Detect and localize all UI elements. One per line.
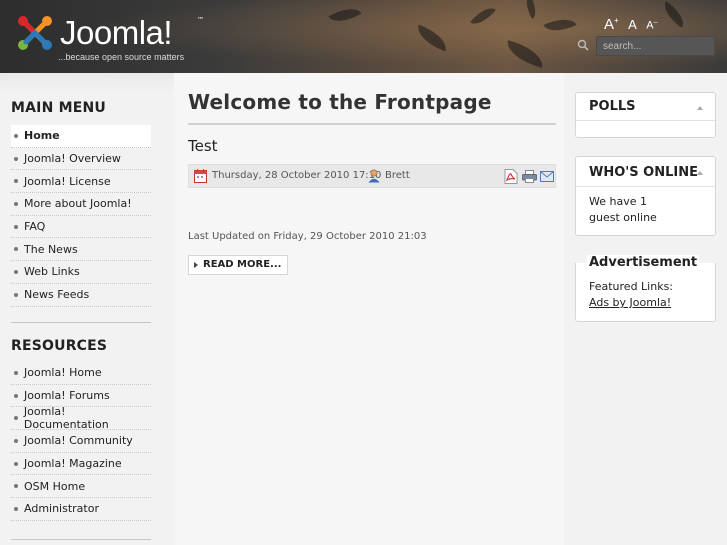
menu-link[interactable]: Joomla! License <box>24 175 111 188</box>
logo-text: Joomla! <box>60 14 173 51</box>
bullet-icon <box>14 156 18 161</box>
resources-title: RESOURCES <box>11 338 108 354</box>
menu-link[interactable]: FAQ <box>24 220 45 233</box>
resource-item-joomla-documentation[interactable]: Joomla! Documentation <box>11 405 151 431</box>
font-reset-button[interactable]: A <box>628 17 637 32</box>
advertisement-text: Featured Links: Ads by Joomla! <box>589 279 709 311</box>
menu-item-more-about-joomla[interactable]: More about Joomla! <box>11 193 151 216</box>
calendar-icon <box>194 169 207 183</box>
ads-by-joomla-link[interactable]: Ads by Joomla! <box>589 296 671 309</box>
bullet-icon <box>14 201 18 206</box>
menu-item-home[interactable]: Home <box>11 125 151 148</box>
bullet-icon <box>14 438 18 443</box>
title-divider <box>188 123 556 125</box>
site-slogan: ...because open source matters <box>58 52 185 62</box>
menu-link[interactable]: News Feeds <box>24 288 89 301</box>
whos-online-text: We have 1 guest online <box>589 194 709 226</box>
resource-item-joomla-home[interactable]: Joomla! Home <box>11 362 151 385</box>
polls-title: POLLS <box>589 99 636 114</box>
resource-link[interactable]: Joomla! Documentation <box>24 405 151 431</box>
bullet-icon <box>14 224 18 229</box>
bullet-icon <box>14 247 18 252</box>
main-menu: Home Joomla! Overview Joomla! License Mo… <box>11 125 151 307</box>
menu-item-news-feeds[interactable]: News Feeds <box>11 284 151 307</box>
menu-item-the-news[interactable]: The News <box>11 238 151 262</box>
menu-link[interactable]: More about Joomla! <box>24 197 132 210</box>
sidebar-divider <box>11 322 151 323</box>
resource-item-joomla-magazine[interactable]: Joomla! Magazine <box>11 453 151 476</box>
search-icon <box>577 39 589 51</box>
email-icon[interactable] <box>540 171 554 182</box>
menu-item-web-links[interactable]: Web Links <box>11 261 151 284</box>
resource-link[interactable]: Joomla! Home <box>24 366 102 379</box>
advertisement-title: Advertisement <box>587 255 700 270</box>
read-more-button[interactable]: READ MORE... <box>188 255 289 275</box>
bullet-icon <box>14 179 18 184</box>
resource-link[interactable]: Joomla! Magazine <box>24 457 122 470</box>
collapse-icon[interactable] <box>697 171 703 175</box>
resource-link[interactable]: OSM Home <box>24 480 85 493</box>
joomla-logo-icon <box>18 16 52 50</box>
bullet-icon <box>14 133 18 138</box>
collapse-icon[interactable] <box>697 106 703 110</box>
whos-online-title: WHO'S ONLINE <box>589 165 698 180</box>
polls-module: POLLS <box>575 92 716 138</box>
page-title: Welcome to the Frontpage <box>188 90 492 114</box>
bullet-icon <box>14 292 18 297</box>
sidebar-divider <box>11 539 151 540</box>
resource-item-administrator[interactable]: Administrator <box>11 498 151 521</box>
menu-item-joomla-license[interactable]: Joomla! License <box>11 170 151 194</box>
resource-item-osm-home[interactable]: OSM Home <box>11 475 151 499</box>
online-line-2: guest online <box>589 211 657 224</box>
user-icon <box>368 169 380 183</box>
logo-trademark: ™ <box>197 16 204 24</box>
article-last-updated: Last Updated on Friday, 29 October 2010 … <box>188 231 427 242</box>
menu-link[interactable]: Home <box>24 129 60 142</box>
online-line-1: We have 1 <box>589 195 647 208</box>
resource-item-joomla-forums[interactable]: Joomla! Forums <box>11 385 151 408</box>
menu-link[interactable]: Joomla! Overview <box>24 152 121 165</box>
pdf-icon[interactable] <box>504 169 518 184</box>
arrow-right-icon <box>194 262 198 268</box>
bullet-icon <box>14 506 18 511</box>
bullet-icon <box>14 461 18 466</box>
search-input[interactable] <box>596 36 715 56</box>
site-header: Joomla! ™ ...because open source matters… <box>0 0 727 73</box>
resource-link[interactable]: Administrator <box>24 502 99 515</box>
menu-link[interactable]: Web Links <box>24 265 80 278</box>
bullet-icon <box>14 416 18 421</box>
site-logo[interactable]: Joomla! ™ ...because open source matters <box>14 12 214 64</box>
right-sidebar: POLLS WHO'S ONLINE We have 1 guest onlin… <box>564 73 727 545</box>
whos-online-module: WHO'S ONLINE We have 1 guest online <box>575 156 716 236</box>
font-bigger-button[interactable]: A+ <box>604 16 619 33</box>
main-menu-title: MAIN MENU <box>11 100 106 116</box>
font-bigger-mark: + <box>614 16 619 25</box>
font-size-controls: A+ A A– <box>604 16 663 34</box>
resource-item-joomla-community[interactable]: Joomla! Community <box>11 430 151 453</box>
bullet-icon <box>14 370 18 375</box>
font-smaller-button[interactable]: A– <box>646 19 657 32</box>
resource-link[interactable]: Joomla! Forums <box>24 389 110 402</box>
menu-link[interactable]: The News <box>24 243 78 256</box>
article-title: Test <box>188 137 218 155</box>
article-date: Thursday, 28 October 2010 17:10 <box>212 170 382 181</box>
menu-item-joomla-overview[interactable]: Joomla! Overview <box>11 148 151 171</box>
read-more-label: READ MORE... <box>203 259 282 270</box>
bullet-icon <box>14 269 18 274</box>
menu-item-faq[interactable]: FAQ <box>11 216 151 239</box>
left-sidebar: MAIN MENU Home Joomla! Overview Joomla! … <box>0 73 174 545</box>
print-icon[interactable] <box>522 170 537 183</box>
resource-link[interactable]: Joomla! Community <box>24 434 133 447</box>
article-author: Brett <box>385 170 410 181</box>
font-smaller-mark: – <box>653 19 658 27</box>
article-meta-bar: Thursday, 28 October 2010 17:10 Brett <box>188 164 556 188</box>
featured-links-label: Featured Links: <box>589 280 674 293</box>
main-content: Welcome to the Frontpage Test Thursday, … <box>174 73 564 545</box>
advertisement-module: Advertisement Featured Links: Ads by Joo… <box>575 255 716 322</box>
resources-menu: Joomla! Home Joomla! Forums Joomla! Docu… <box>11 362 151 521</box>
module-divider <box>576 186 715 187</box>
module-divider <box>576 120 715 121</box>
bullet-icon <box>14 393 18 398</box>
bullet-icon <box>14 484 18 489</box>
